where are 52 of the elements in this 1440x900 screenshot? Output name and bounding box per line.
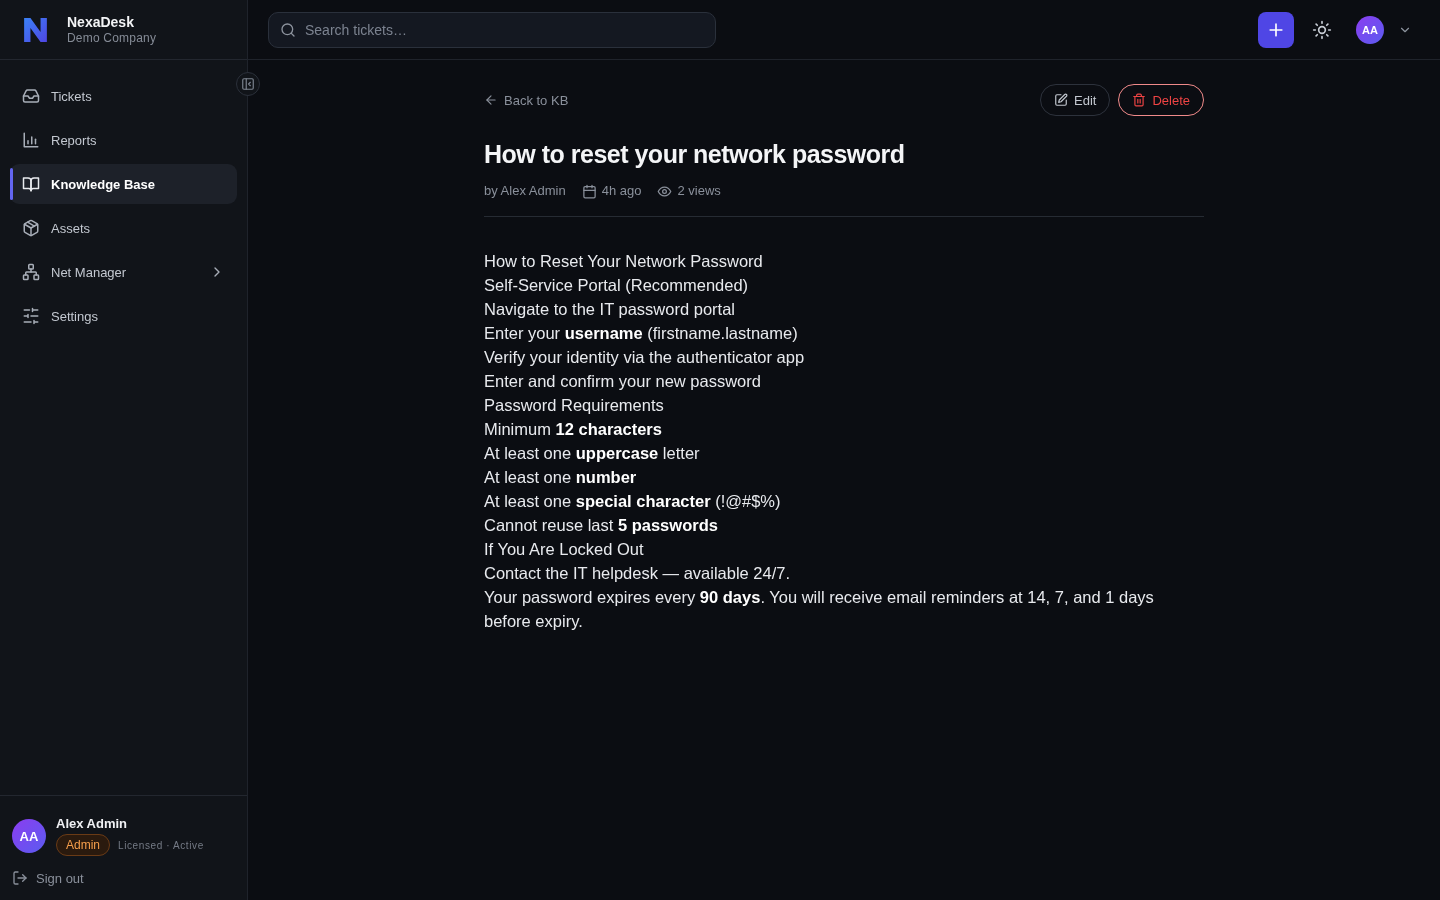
open-book-icon <box>22 175 40 193</box>
user-avatar: AA <box>12 819 46 853</box>
article-text: Minimum 12 characters <box>484 419 663 440</box>
sidebar-item[interactable]: Tickets <box>10 76 237 116</box>
sliders-icon <box>22 307 40 325</box>
article-title: How to reset your network password <box>484 139 906 170</box>
sidebar-item[interactable]: Net Manager <box>10 252 237 292</box>
article-text: Cannot reuse last 5 passwords <box>484 515 719 536</box>
back-link[interactable]: Back to KB <box>484 92 569 108</box>
search-icon <box>280 21 296 38</box>
trash-icon <box>1132 93 1147 107</box>
app-name: NexaDesk <box>67 13 135 31</box>
logo-icon <box>24 17 47 42</box>
sign-out-link[interactable]: Sign out <box>12 870 84 886</box>
network-icon <box>22 263 40 281</box>
sidebar-item[interactable]: Reports <box>10 120 237 160</box>
article-text: Enter and confirm your new password <box>484 371 762 392</box>
company-name: Demo Company <box>67 30 157 46</box>
article-text: Your password expires every 90 days. You will receive email reminders at 14, 7, and 1 days before expiry. <box>484 587 1155 632</box>
user-name: Alex Admin <box>56 816 129 831</box>
date-text: 4h ago <box>601 182 642 200</box>
new-ticket-button[interactable] <box>1258 11 1294 48</box>
inbox-icon <box>22 87 40 105</box>
eye-icon <box>657 183 673 199</box>
sidebar-item[interactable]: Assets <box>10 208 237 248</box>
article-text: Password Requirements <box>484 395 665 416</box>
sidebar-item[interactable]: Settings <box>10 296 237 336</box>
user-menu-avatar[interactable]: AA <box>1356 15 1384 44</box>
article-text: At least one uppercase letter <box>484 443 701 464</box>
search-field[interactable]: Search tickets… <box>268 11 716 48</box>
article-text: Self-Service Portal (Recommended) <box>484 275 750 296</box>
article-text: Contact the IT helpdesk — available 24/7. <box>484 563 792 584</box>
article-text: If You Are Locked Out <box>484 539 645 560</box>
package-icon <box>22 219 40 237</box>
article-text: How to Reset Your Network Password <box>484 251 764 272</box>
article-text: Navigate to the IT password portal <box>484 299 736 320</box>
article-text: At least one number <box>484 467 638 488</box>
theme-toggle-icon[interactable] <box>1312 19 1332 40</box>
collapse-sidebar-button[interactable] <box>236 72 260 96</box>
article-text: Verify your identity via the authenticator app <box>484 347 806 368</box>
logout-icon <box>12 870 28 886</box>
license-status: Licensed · Active <box>118 839 204 851</box>
sidebar-item[interactable]: Knowledge Base <box>10 164 237 204</box>
views-text: 2 views <box>677 182 721 200</box>
article-text: At least one special character (!@#$%) <box>484 491 782 512</box>
author-text: by Alex Admin <box>484 182 566 200</box>
role-badge: Admin <box>56 834 110 856</box>
bar-chart-icon <box>22 131 40 149</box>
edit-icon <box>1054 93 1068 107</box>
article-text: Enter your username (firstname.lastname) <box>484 323 799 344</box>
calendar-icon <box>581 183 597 199</box>
sidebar-panel-icon <box>241 77 255 91</box>
